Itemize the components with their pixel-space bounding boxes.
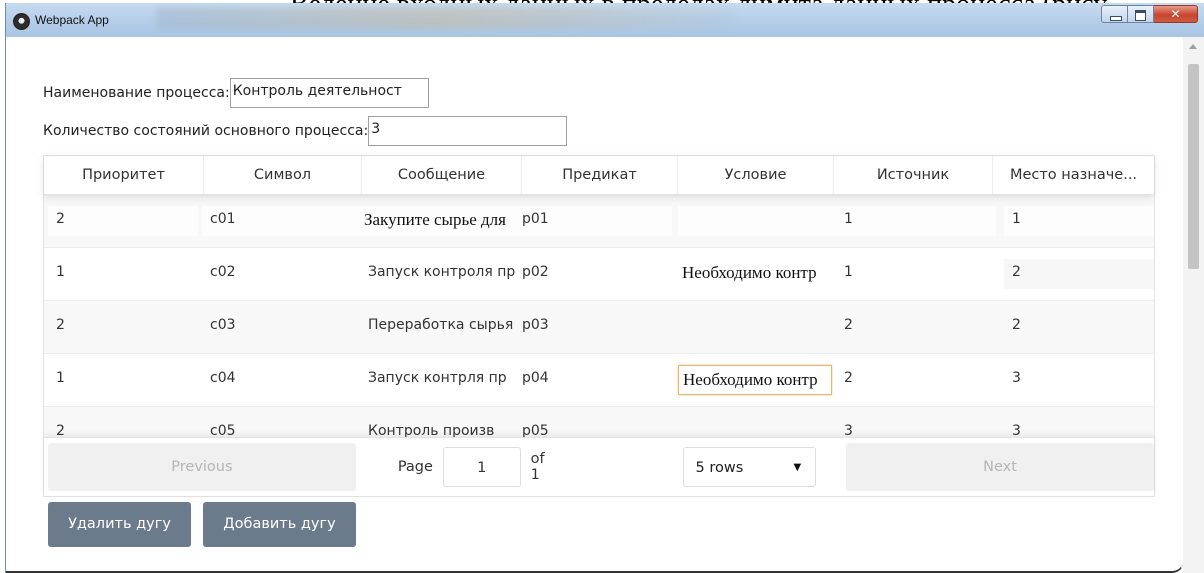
app-icon	[13, 13, 30, 30]
table-header: Приоритет Символ Сообщение Предикат Усло…	[44, 156, 1154, 195]
add-arc-button[interactable]: Добавить дугу	[203, 502, 356, 547]
page-number-input[interactable]: 1	[442, 447, 521, 487]
symbol-cell[interactable]: c03	[202, 312, 360, 342]
next-button[interactable]: Next	[846, 443, 1154, 491]
vertical-scrollbar[interactable]	[1183, 37, 1204, 573]
message-cell[interactable]: Закупите сырье для	[360, 206, 522, 236]
states-count-label: Количество состояний основного процесса:	[43, 123, 369, 139]
window-title: Webpack App	[35, 13, 109, 27]
content-area: Наименование процесса: Контроль деятельн…	[6, 37, 1184, 573]
destination-cell[interactable]: 2	[1004, 259, 1154, 289]
condition-cell[interactable]: Необходимо контр	[678, 259, 836, 289]
priority-cell[interactable]: 2	[48, 312, 198, 342]
page-count-label: of 1	[530, 451, 545, 483]
states-count-row: Количество состояний основного процесса:…	[43, 116, 568, 146]
priority-cell[interactable]: 1	[48, 365, 198, 395]
symbol-cell[interactable]: c01	[202, 206, 360, 236]
priority-cell[interactable]: 2	[48, 206, 198, 236]
scroll-up-icon[interactable]	[1189, 44, 1197, 49]
process-name-input[interactable]: Контроль деятельност	[229, 78, 429, 108]
app-window: Webpack App ✕ Наименование процесса: Кон…	[5, 3, 1204, 573]
condition-cell[interactable]	[678, 312, 836, 342]
condition-cell[interactable]	[678, 206, 836, 236]
arcs-table: Приоритет Символ Сообщение Предикат Усло…	[43, 155, 1155, 497]
message-cell[interactable]: Запуск контроля пр	[360, 259, 522, 289]
source-cell[interactable]: 2	[836, 312, 996, 342]
minimize-button[interactable]	[1101, 5, 1128, 23]
source-cell[interactable]: 1	[836, 206, 996, 236]
source-cell[interactable]: 2	[836, 365, 996, 395]
column-header[interactable]: Место назначе...	[993, 156, 1154, 194]
destination-cell[interactable]: 1	[1004, 206, 1154, 236]
delete-arc-button[interactable]: Удалить дугу	[48, 502, 191, 547]
destination-cell[interactable]: 2	[1004, 312, 1154, 342]
table-row: 1 c04 Запуск контрля пр p04 Необходимо к…	[44, 354, 1154, 407]
process-name-row: Наименование процесса: Контроль деятельн…	[43, 78, 429, 108]
column-header[interactable]: Источник	[834, 156, 993, 194]
window-controls: ✕	[1101, 5, 1198, 25]
destination-cell[interactable]: 3	[1004, 365, 1154, 395]
states-count-input[interactable]: 3	[368, 116, 568, 146]
scrollbar-thumb[interactable]	[1188, 64, 1199, 269]
column-header[interactable]: Предикат	[522, 156, 678, 194]
message-cell[interactable]: Запуск контрля пр	[360, 365, 522, 395]
column-header[interactable]: Условие	[678, 156, 834, 194]
column-header[interactable]: Сообщение	[362, 156, 522, 194]
caret-down-icon: ▼	[793, 462, 802, 473]
pagination-bar: Previous Page 1 of 1 5 rows ▼ Next	[44, 437, 1154, 496]
process-name-label: Наименование процесса:	[43, 85, 230, 101]
close-button[interactable]: ✕	[1154, 5, 1198, 23]
column-header[interactable]: Символ	[204, 156, 362, 194]
rows-per-page-select[interactable]: 5 rows ▼	[682, 447, 817, 487]
symbol-cell[interactable]: c04	[202, 365, 360, 395]
page-info: Page 1 of 1	[398, 447, 558, 487]
priority-cell[interactable]: 1	[48, 259, 198, 289]
previous-button[interactable]: Previous	[48, 443, 356, 491]
rows-per-page-value: 5 rows	[695, 460, 744, 476]
table-row: 2 c03 Переработка сырья p03 2 2	[44, 301, 1154, 354]
symbol-cell[interactable]: c02	[202, 259, 360, 289]
maximize-button[interactable]	[1128, 5, 1154, 23]
predicate-cell[interactable]: p02	[522, 259, 672, 289]
source-cell[interactable]: 1	[836, 259, 996, 289]
predicate-cell[interactable]: p01	[522, 206, 672, 236]
table-row: 2 c01 Закупите сырье для p01 1 1	[44, 195, 1154, 248]
title-bar: Webpack App ✕	[6, 3, 1204, 38]
column-header[interactable]: Приоритет	[44, 156, 204, 194]
message-cell[interactable]: Переработка сырья	[360, 312, 522, 342]
table-row: 1 c02 Запуск контроля пр p02 Необходимо …	[44, 248, 1154, 301]
predicate-cell[interactable]: p03	[522, 312, 672, 342]
page-label: Page	[397, 459, 433, 475]
condition-cell-focused[interactable]: Необходимо контр	[678, 365, 832, 395]
predicate-cell[interactable]: p04	[522, 365, 672, 395]
close-icon: ✕	[1170, 7, 1181, 21]
